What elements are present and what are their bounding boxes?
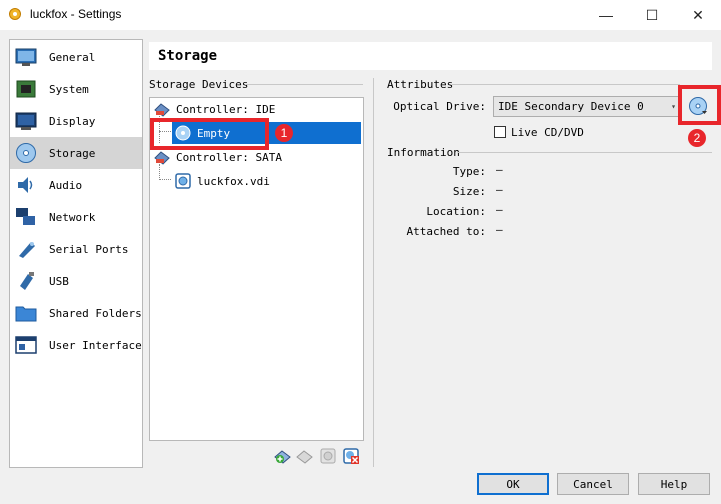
controller-icon [154,101,170,117]
sidebar-item-display[interactable]: Display [10,105,142,137]
ok-button[interactable]: OK [477,473,549,495]
general-icon [14,46,38,68]
settings-category-list: General System Display Storage Audio Net… [9,39,143,468]
info-size-value: — [496,183,503,196]
tree-item-controller-ide[interactable]: Controller: IDE [154,98,359,120]
info-location-label: Location: [426,205,486,218]
controller-icon [154,149,170,165]
minimize-button[interactable]: — [583,0,629,30]
user-interface-icon [14,334,38,356]
usb-icon [14,270,38,292]
window-title: luckfox - Settings [30,7,122,21]
info-type-label: Type: [452,165,486,178]
sidebar-item-storage[interactable]: Storage [10,137,142,169]
maximize-button[interactable]: ☐ [629,0,675,30]
info-location-value: — [496,203,503,216]
sidebar-item-serial-ports[interactable]: Serial Ports [10,233,142,265]
sidebar-item-label: Display [49,114,96,128]
sidebar-item-label: General [49,50,96,64]
title-bar: luckfox - Settings — ☐ ✕ [0,0,721,30]
tree-item-label: Controller: SATA [176,150,282,164]
sidebar-item-shared-folders[interactable]: Shared Folders [10,297,142,329]
sidebar-item-label: System [49,82,89,96]
annotation-box-2 [678,85,721,125]
minimize-icon: — [599,7,613,23]
optical-drive-label: Optical Drive: [393,100,486,113]
pane-separator [373,78,374,467]
shared-folder-icon [14,302,38,324]
sidebar-item-user-interface[interactable]: User Interface [10,329,142,361]
remove-controller-icon[interactable] [342,447,360,465]
section-divider [245,84,363,85]
tree-item-label: luckfox.vdi [197,174,270,188]
live-cd-checkbox[interactable] [494,126,506,138]
annotation-marker-2: 2 [688,129,706,147]
remove-attachment-icon[interactable] [296,447,314,465]
storage-devices-heading: Storage Devices [149,78,249,91]
virtualbox-gear-icon [8,7,22,21]
maximize-icon: ☐ [645,6,659,23]
sidebar-item-label: USB [49,274,69,288]
sidebar-item-usb[interactable]: USB [10,265,142,297]
sidebar-item-label: Storage [49,146,96,160]
section-divider [458,152,712,153]
sidebar-item-audio[interactable]: Audio [10,169,142,201]
optical-drive-value: IDE Secondary Device 0 [498,100,644,113]
sidebar-item-network[interactable]: Network [10,201,142,233]
sidebar-item-system[interactable]: System [10,73,142,105]
sidebar-item-label: Serial Ports [49,242,129,256]
tree-item-label: Controller: IDE [176,102,276,116]
page-title: Storage [158,48,218,64]
annotation-box-1 [150,118,269,150]
info-type-value: — [496,163,503,176]
sidebar-item-label: User Interface [49,338,142,352]
section-divider [452,84,680,85]
close-button[interactable]: ✕ [675,0,721,30]
sidebar-item-label: Shared Folders [49,306,142,320]
tree-item-disk-vdi[interactable]: luckfox.vdi [172,170,361,192]
help-button[interactable]: Help [638,473,710,495]
storage-disc-icon [14,142,38,164]
add-attachment-icon[interactable] [274,447,292,465]
cancel-button[interactable]: Cancel [557,473,629,495]
chevron-down-icon: ▾ [671,102,676,111]
info-attached-label: Attached to: [406,225,486,238]
system-chip-icon [14,78,38,100]
info-size-label: Size: [452,185,486,198]
serial-port-icon [14,238,38,260]
sidebar-item-label: Audio [49,178,83,192]
sidebar-item-general[interactable]: General [10,41,142,73]
add-controller-icon[interactable] [319,447,337,465]
network-icon [14,206,38,228]
sidebar-item-label: Network [49,210,96,224]
attributes-heading: Attributes [387,78,454,91]
optical-drive-select[interactable]: IDE Secondary Device 0 ▾ [493,96,681,117]
audio-speaker-icon [14,174,38,196]
annotation-marker-1: 1 [275,124,293,142]
info-attached-value: — [496,223,503,236]
page-header: Storage [149,42,712,70]
information-heading: Information [387,146,460,159]
display-monitor-icon [14,110,38,132]
hard-disk-icon [175,173,191,189]
close-icon: ✕ [692,6,704,23]
live-cd-label: Live CD/DVD [511,126,584,139]
